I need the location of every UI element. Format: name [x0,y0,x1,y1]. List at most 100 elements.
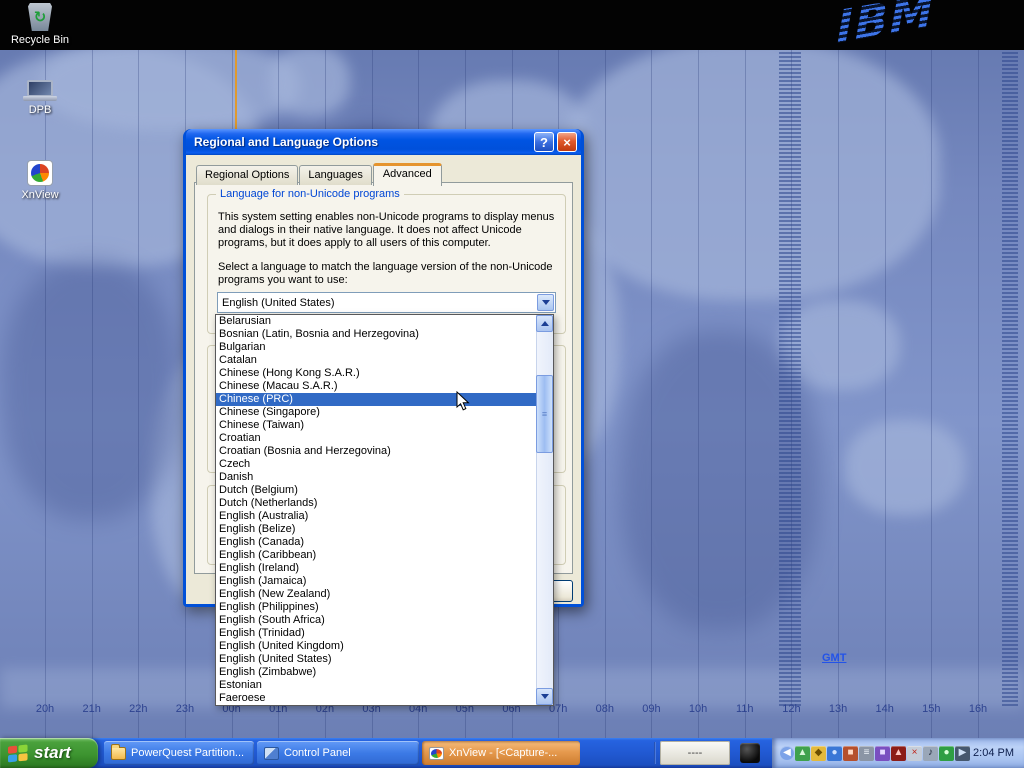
wallpaper-hatched-band [1002,52,1018,708]
timezone-line [838,50,839,738]
windows-logo-icon [7,743,29,763]
desktop-icon-dpb[interactable]: DPB [4,80,76,116]
tab-languages[interactable]: Languages [299,165,371,185]
tray-collapse-icon[interactable]: ◀ [780,746,794,760]
tray-antivirus-icon[interactable]: ▲ [891,746,906,761]
dropdown-item[interactable]: Croatian [216,432,536,445]
taskbar-button-label: PowerQuest Partition... [131,747,244,759]
dropdown-item[interactable]: Catalan [216,354,536,367]
desktop-icon-xnview[interactable]: XnView [4,160,76,201]
desktop-icon-recycle-bin[interactable]: ↻ Recycle Bin [4,3,76,46]
taskbar-deskband[interactable]: ---- [660,741,730,765]
help-button[interactable]: ? [534,132,554,152]
dropdown-item[interactable]: English (Zimbabwe) [216,666,536,679]
start-button-label: start [34,743,71,763]
dropdown-item[interactable]: Chinese (Macau S.A.R.) [216,380,536,393]
dropdown-item[interactable]: English (Canada) [216,536,536,549]
tray-update-icon[interactable]: ● [827,746,842,761]
wallpaper-landmass [40,40,300,130]
dropdown-item[interactable]: English (Trinidad) [216,627,536,640]
dropdown-item[interactable]: Chinese (Hong Kong S.A.R.) [216,367,536,380]
folder-icon [111,747,126,760]
dropdown-item[interactable]: Czech [216,458,536,471]
scrollbar-thumb[interactable] [536,375,553,453]
scrollbar-up-button[interactable] [536,315,553,332]
dropdown-item[interactable]: Dutch (Belgium) [216,484,536,497]
dropdown-item[interactable]: English (Australia) [216,510,536,523]
dropdown-item[interactable]: English (United States) [216,653,536,666]
gmt-label: GMT [822,652,846,664]
dropdown-item[interactable]: Chinese (Singapore) [216,406,536,419]
recycle-arrows-icon: ↻ [34,10,47,25]
tab-strip: Regional Options Languages Advanced [196,163,443,185]
dropdown-item[interactable]: Danish [216,471,536,484]
tray-key-icon[interactable]: ◆ [811,746,826,761]
tray-hardware-icon[interactable]: ▲ [795,746,810,761]
timezone-line [745,50,746,738]
dropdown-item[interactable]: Estonian [216,679,536,692]
group-title: Language for non-Unicode programs [216,188,404,200]
timezone-hour-label: 12h [782,703,800,715]
timezone-hour-label: 21h [82,703,100,715]
dialog-titlebar[interactable]: Regional and Language Options ? × [186,129,581,155]
dropdown-items: BelarusianBosnian (Latin, Bosnia and Her… [216,315,536,705]
tray-scheduler-icon[interactable]: ▶ [955,746,970,761]
language-combobox[interactable]: English (United States) [217,292,556,313]
taskbar-button[interactable]: XnView - [<Capture-... [422,741,580,765]
chevron-up-icon [541,321,549,326]
timezone-hour-label: 16h [969,703,987,715]
wallpaper-landmass [270,46,350,116]
tray-burn-icon[interactable]: ■ [843,746,858,761]
tray-display-icon[interactable]: ■ [875,746,890,761]
dropdown-item[interactable]: Chinese (Taiwan) [216,419,536,432]
system-tray: ◀▲◆●■≡■▲×♪●▶ 2:04 PM [772,738,1024,768]
timezone-hour-label: 11h [736,703,754,715]
dropdown-item[interactable]: English (Caribbean) [216,549,536,562]
dropdown-item[interactable]: English (Ireland) [216,562,536,575]
taskbar-button-label: Control Panel [284,747,351,759]
desktop: 20h21h22h23h00h01h02h03h04h05h06h07h08h0… [0,0,1024,768]
dropdown-item[interactable]: Bosnian (Latin, Bosnia and Herzegovina) [216,328,536,341]
dropdown-item[interactable]: English (South Africa) [216,614,536,627]
tab-advanced[interactable]: Advanced [373,163,442,186]
group-description: This system setting enables non-Unicode … [218,211,557,250]
timezone-hour-label: 20h [36,703,54,715]
tray-grid-icon[interactable]: ≡ [859,746,874,761]
dropdown-item[interactable]: Bulgarian [216,341,536,354]
timezone-line [698,50,699,738]
timezone-line [138,50,139,738]
dropdown-item[interactable]: Chinese (PRC) [216,393,536,406]
group-instruction: Select a language to match the language … [218,261,557,287]
tray-volume-icon[interactable]: ♪ [923,746,938,761]
tab-regional-options[interactable]: Regional Options [196,165,298,185]
dropdown-item[interactable]: English (United Kingdom) [216,640,536,653]
laptop-base [23,96,57,101]
combobox-dropdown-button[interactable] [537,294,554,311]
dialog-title: Regional and Language Options [194,135,531,149]
timezone-line [605,50,606,738]
taskbar-app-icon[interactable] [740,743,760,763]
taskbar-clock: 2:04 PM [973,747,1024,759]
dropdown-item[interactable]: Croatian (Bosnia and Herzegovina) [216,445,536,458]
dropdown-item[interactable]: English (New Zealand) [216,588,536,601]
dropdown-item[interactable]: English (Philippines) [216,601,536,614]
recycle-bin-icon: ↻ [28,3,52,31]
dropdown-item[interactable]: Belarusian [216,315,536,328]
timezone-line [931,50,932,738]
taskbar-button[interactable]: Control Panel [257,741,419,765]
dropdown-item[interactable]: English (Belize) [216,523,536,536]
timezone-hour-label: 10h [689,703,707,715]
tray-network-offline-icon[interactable]: × [907,746,922,761]
tray-icons: ◀▲◆●■≡■▲×♪●▶ [780,746,970,761]
timezone-hour-label: 08h [596,703,614,715]
dropdown-item[interactable]: English (Jamaica) [216,575,536,588]
dropdown-item[interactable]: Dutch (Netherlands) [216,497,536,510]
start-button[interactable]: start [0,738,98,768]
scrollbar-down-button[interactable] [536,688,553,705]
taskbar-button[interactable]: PowerQuest Partition... [104,741,254,765]
dropdown-scrollbar[interactable] [536,315,553,705]
non-unicode-group: Language for non-Unicode programs This s… [207,194,566,334]
dropdown-item[interactable]: Faeroese [216,692,536,705]
tray-messenger-icon[interactable]: ● [939,746,954,761]
close-button[interactable]: × [557,132,577,152]
